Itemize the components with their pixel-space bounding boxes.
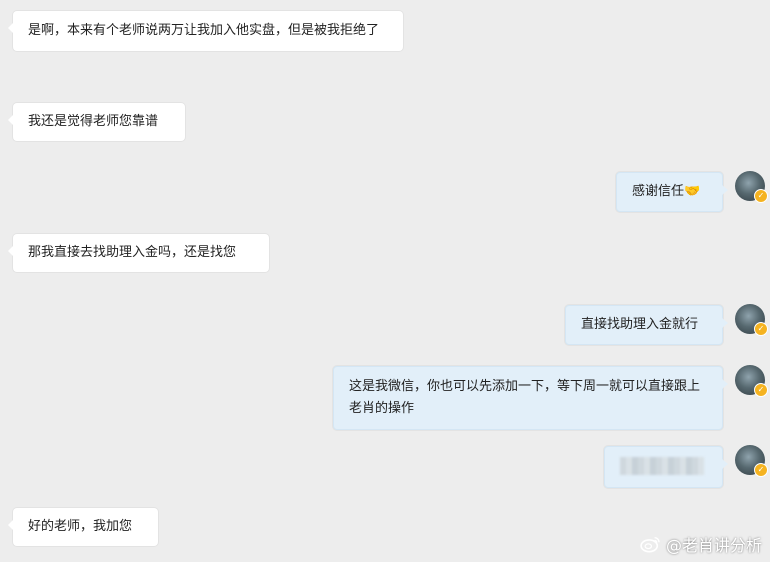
sender-avatar[interactable]: ✓ [735,365,768,397]
message-text: 是啊，本来有个老师说两万让我加入他实盘，但是被我拒绝了 [28,23,380,38]
watermark-text: @老肖讲分析 [665,536,762,555]
message-bubble-outgoing-redacted[interactable] [604,446,728,488]
weibo-icon [640,536,660,553]
watermark: @老肖讲分析 [640,532,762,556]
sender-avatar[interactable]: ✓ [735,304,768,336]
message-text: 好的老师，我加您 [28,519,133,534]
message-bubble-incoming[interactable]: 我还是觉得老师您靠谱 [8,103,185,141]
redacted-content [620,457,704,475]
message-bubble-outgoing[interactable]: 感谢信任🤝 [616,172,728,212]
message-bubble-outgoing[interactable]: 这是我微信，你也可以先添加一下，等下周一就可以直接跟上老肖的操作 [333,366,728,430]
message-text: 我还是觉得老师您靠谱 [28,114,159,129]
message-text: 这是我微信，你也可以先添加一下，等下周一就可以直接跟上老肖的操作 [349,379,701,416]
verified-badge-icon: ✓ [754,463,768,477]
sender-avatar[interactable]: ✓ [735,445,768,477]
verified-badge-icon: ✓ [754,189,768,203]
message-bubble-outgoing[interactable]: 直接找助理入金就行 [565,305,728,345]
message-bubble-incoming[interactable]: 是啊，本来有个老师说两万让我加入他实盘，但是被我拒绝了 [8,11,403,51]
verified-badge-icon: ✓ [754,383,768,397]
message-text: 直接找助理入金就行 [581,317,699,332]
message-bubble-incoming[interactable]: 那我直接去找助理入金吗，还是找您 [8,234,269,272]
message-bubble-incoming[interactable]: 好的老师，我加您 [8,508,158,546]
verified-badge-icon: ✓ [754,322,768,336]
message-text: 感谢信任🤝 [632,184,701,199]
message-text: 那我直接去找助理入金吗，还是找您 [28,245,237,260]
sender-avatar[interactable]: ✓ [735,171,768,203]
